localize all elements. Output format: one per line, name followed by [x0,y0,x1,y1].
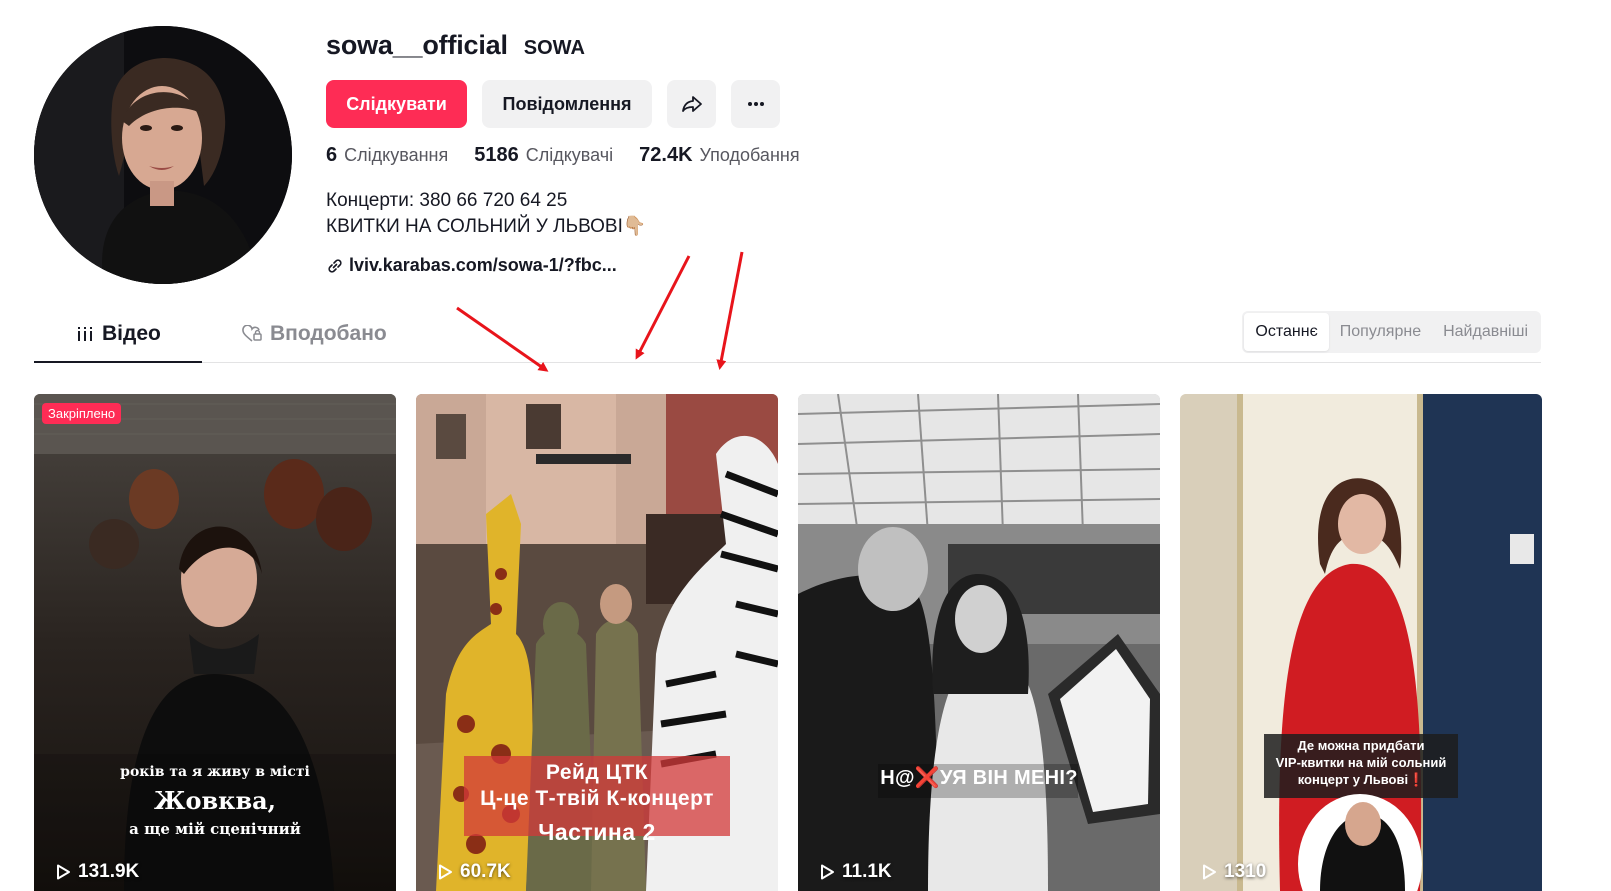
stat-label: Уподобання [699,145,800,165]
video-thumbnail [34,394,396,891]
share-icon [681,96,702,112]
video-card[interactable]: Н@❌УЯ ВІН МЕНІ? 11.1K [798,394,1160,891]
sort-popular[interactable]: Популярне [1329,313,1432,351]
video-caption: а ще мій сценічний [129,820,301,838]
avatar[interactable] [34,26,292,284]
video-caption: років та я живу в місті [120,764,310,780]
tab-label: Відео [102,322,161,345]
video-thumbnail [416,394,778,891]
bio: Концерти: 380 66 720 64 25 КВИТКИ НА СОЛ… [326,188,647,240]
stat-likes: 72.4K Уподобання [639,144,799,167]
video-caption: Ц-це Т-твій К-концерт [480,787,714,810]
profile-info: sowa__official SOWA [326,30,1026,64]
stat-value: 5186 [474,144,519,166]
tab-videos[interactable]: Відео [76,322,161,346]
view-count: 11.1K [818,861,892,883]
stat-value: 72.4K [639,144,693,166]
follow-button[interactable]: Слідкувати [326,80,467,128]
play-icon [821,864,834,880]
stat-label: Слідкувачі [525,145,614,165]
tab-active-indicator [34,361,202,363]
link-icon [328,258,342,273]
action-buttons: Слідкувати Повідомлення [326,80,780,128]
bio-line: Концерти: 380 66 720 64 25 [326,190,568,211]
video-caption: Частина 2 [538,819,656,845]
avatar-image [34,26,292,284]
tab-liked[interactable]: Вподобано [242,322,387,346]
view-count: 1310 [1200,861,1266,883]
view-count-value: 11.1K [842,861,892,882]
nickname: SOWA [523,37,585,59]
username: sowa__official [326,30,508,60]
more-button[interactable] [731,80,780,128]
profile-link[interactable]: lviv.karabas.com/sowa-1/?fbc... [326,255,617,276]
video-caption: Рейд ЦТК [545,761,649,784]
bio-line: КВИТКИ НА СОЛЬНИЙ У ЛЬВОВІ👇🏼 [326,216,647,237]
video-thumbnail [798,394,1160,891]
pinned-badge: Закріплено [42,403,122,424]
view-count-value: 131.9K [78,861,140,882]
view-count: 60.7K [436,861,511,883]
stat-followers[interactable]: 5186 Слідкувачі [474,144,613,167]
grid-icon [78,327,92,341]
view-count-value: 1310 [1224,861,1267,882]
video-caption: Де можна придбати [1297,738,1425,753]
profile-stats: 6 Слідкування 5186 Слідкувачі 72.4K Упод… [326,144,800,167]
stat-value: 6 [326,144,338,166]
view-count-value: 60.7K [460,861,511,882]
sort-control: Останнє Популярне Найдавніші [1242,311,1541,353]
message-button[interactable]: Повідомлення [482,80,652,128]
video-grid: Закріплено років та я живу в місті Жовкв… [34,394,1542,891]
link-text: lviv.karabas.com/sowa-1/?fbc... [349,255,617,275]
name-row: sowa__official SOWA [326,30,1026,64]
sort-oldest[interactable]: Найдавніші [1432,313,1539,351]
stat-label: Слідкування [344,145,449,165]
profile-page: sowa__official SOWA Слідкувати Повідомле… [0,0,1611,891]
share-button[interactable] [667,80,716,128]
tab-label: Вподобано [270,322,387,345]
play-icon [1203,864,1216,880]
video-caption: Жовква, [153,786,277,815]
play-icon [439,864,452,880]
more-icon [747,102,764,106]
sort-latest[interactable]: Останнє [1244,313,1329,351]
video-thumbnail [1180,394,1542,891]
video-caption: VIP-квитки на мій сольний [1275,755,1447,770]
video-caption: Н@❌УЯ ВІН МЕНІ? [880,767,1078,789]
video-card[interactable]: Де можна придбати VIP-квитки на мій соль… [1180,394,1542,891]
stat-following[interactable]: 6 Слідкування [326,144,448,167]
play-icon [57,864,70,880]
heart-lock-icon [242,325,262,342]
video-card[interactable]: Рейд ЦТК Ц-це Т-твій К-концерт Частина 2… [416,394,778,891]
video-card[interactable]: Закріплено років та я живу в місті Жовкв… [34,394,396,891]
view-count: 131.9K [54,861,139,883]
video-caption: концерт у Львові❗ [1297,772,1425,787]
